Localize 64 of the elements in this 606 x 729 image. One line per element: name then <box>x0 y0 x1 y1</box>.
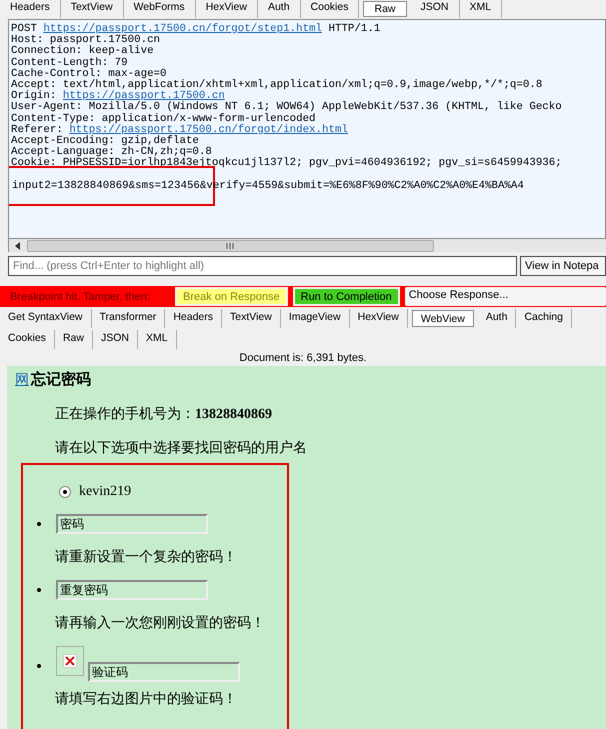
tab[interactable]: XML <box>460 0 502 18</box>
tab[interactable]: Raw <box>54 330 93 349</box>
url-link[interactable]: https://passport.17500.cn/forgot/step1.html <box>43 23 322 35</box>
tab[interactable]: Cookies <box>300 0 360 18</box>
hint-text: 请重新设置一个复杂的密码！ <box>55 548 238 566</box>
scrollbar-thumb[interactable] <box>27 240 434 252</box>
hint-text: 请填写右边图片中的验证码！ <box>55 690 238 708</box>
tab[interactable]: ImageView <box>280 309 350 328</box>
url-link[interactable]: https://passport.17500.cn/forgot/index.html <box>69 124 348 136</box>
tab[interactable]: Auth <box>258 0 301 18</box>
grip-icon <box>226 242 235 248</box>
bullet-icon <box>37 522 41 526</box>
page-heading: 忘记密码 <box>31 370 91 389</box>
request-line: Accept-Encoding: gzip,deflate <box>11 136 199 148</box>
breakpoint-label: Breakpoint hit. Tamper, then: <box>10 290 151 302</box>
tab[interactable]: Get SyntaxView <box>0 309 92 328</box>
nav-link[interactable]: 网 <box>15 370 29 388</box>
username-label: kevin219 <box>79 484 132 500</box>
tab[interactable]: Headers <box>165 309 222 328</box>
request-line: Content-Length: 79 <box>11 58 128 69</box>
request-line: Origin: https://passport.17500.cn <box>11 91 226 102</box>
request-line: User-Agent: Mozilla/5.0 (Windows NT 6.1; WOW64) AppleWebKit/537.36 (KHTML, like Gecko <box>11 102 563 114</box>
url-link[interactable]: https://passport.17500.cn <box>62 90 225 102</box>
document-size-label: Document is: 6,391 bytes. <box>238 352 368 366</box>
request-line: Host: passport.17500.cn <box>11 35 162 46</box>
radio-button[interactable] <box>59 486 71 498</box>
request-line: Cache-Control: max-age=0 <box>11 68 167 80</box>
tab[interactable]: Cookies <box>0 330 55 349</box>
tab[interactable]: JSON <box>410 0 460 18</box>
tab[interactable]: HexView <box>196 0 258 18</box>
find-field[interactable]: Find... (press Ctrl+Enter to highlight all) <box>8 256 517 276</box>
prompt-text: 请在以下选项中选择要找回密码的用户名 <box>55 439 308 457</box>
tab[interactable]: WebView <box>412 310 474 327</box>
tab[interactable]: TextView <box>222 309 281 328</box>
text-field[interactable]: 密码 <box>56 514 208 534</box>
bullet-icon <box>37 588 41 592</box>
tab[interactable]: Transformer <box>92 309 166 328</box>
tab[interactable]: Headers <box>0 0 61 18</box>
tab[interactable]: WebForms <box>124 0 196 18</box>
request-line: Accept: text/html,application/xhtml+xml,application/xml;q=0.9,image/webp,*/*;q=0.8 <box>11 80 544 92</box>
tab[interactable]: HexView <box>350 309 408 328</box>
request-line: POST https://passport.17500.cn/forgot/step1.html HTTP/1.1 <box>11 24 382 35</box>
broken-image-icon <box>56 646 84 676</box>
view-in-notepad-button[interactable]: View in Notepa <box>520 256 606 276</box>
text-field[interactable]: 重复密码 <box>56 580 208 600</box>
choose-response-dropdown[interactable]: Choose Response... <box>404 287 606 306</box>
tab[interactable]: JSON <box>92 330 138 349</box>
breakpoint-button[interactable]: Run to Completion <box>292 287 400 306</box>
horizontal-scrollbar[interactable] <box>8 239 606 252</box>
request-line: Accept-Language: zh-CN,zh;q=0.8 <box>11 147 212 158</box>
text-field[interactable]: 验证码 <box>88 662 240 682</box>
phone-text: 正在操作的手机号为：13828840869 <box>55 405 273 423</box>
request-line: Referer: https://passport.17500.cn/forgot/index.html <box>11 124 349 136</box>
tab[interactable]: Raw <box>363 1 406 17</box>
bullet-icon <box>37 664 41 668</box>
breakpoint-button[interactable]: Break on Response <box>175 287 288 306</box>
tab[interactable]: XML <box>138 330 177 349</box>
request-line: Connection: keep-alive <box>11 46 155 58</box>
scroll-left-icon[interactable] <box>15 242 21 250</box>
tab[interactable]: TextView <box>60 0 124 18</box>
request-line: Content-Type: application/x-www-form-urlencoded <box>11 114 316 125</box>
tab[interactable]: Auth <box>478 309 516 328</box>
hint-text: 请再输入一次您刚刚设置的密码！ <box>55 614 266 632</box>
tab[interactable]: Caching <box>516 309 572 328</box>
